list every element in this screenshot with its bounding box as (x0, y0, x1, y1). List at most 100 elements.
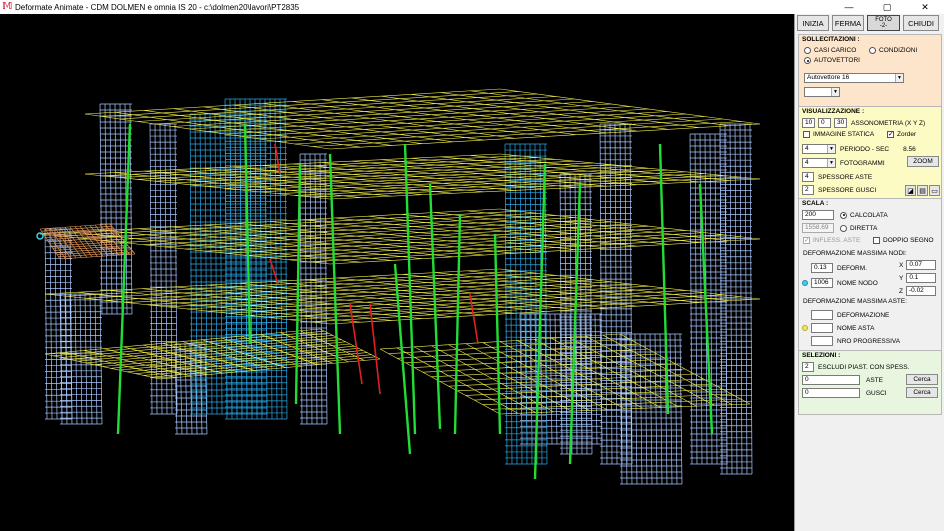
aste-input[interactable]: 0 (802, 375, 860, 385)
scala-title: SCALA : (802, 200, 829, 207)
maximize-button[interactable]: ▢ (868, 0, 906, 14)
fotogrammi-row: 4 ▼ FOTOGRAMMI (802, 158, 885, 168)
nodo-row: 1006 NOME NODO (802, 278, 878, 288)
autovettori-label: AUTOVETTORI (814, 57, 860, 64)
visualizzazione-section: VISUALIZZAZIONE : 10 0 30 ASSONOMETRIA (… (798, 106, 942, 210)
aste-deform-input (811, 310, 833, 320)
doppio-segno-row[interactable]: DOPPIO SEGNO (873, 237, 934, 244)
floor-slab-2 (39, 208, 761, 265)
casi-carico-radio[interactable] (804, 47, 811, 54)
floor-slab-3 (44, 268, 761, 325)
immagine-statica-label: IMMAGINE STATICA (813, 131, 875, 138)
column-6 (393, 263, 412, 455)
close-button[interactable]: CHIUDI (903, 15, 939, 31)
secondary-select[interactable]: ▼ (804, 87, 840, 97)
doppio-segno-label: DOPPIO SEGNO (883, 237, 934, 244)
beam-marker-icon (802, 325, 808, 331)
periodo-label: PERIODO - SEC (840, 145, 890, 153)
escludi-input[interactable]: 2 (802, 362, 814, 372)
diretta-radio[interactable] (840, 224, 847, 232)
diretta-label: DIRETTA (850, 224, 878, 232)
window-icon[interactable]: ▭ (929, 185, 940, 196)
asta-label: NOME ASTA (837, 324, 875, 332)
start-button[interactable]: INIZIA (797, 15, 829, 31)
floor-slab-0 (84, 88, 761, 150)
def-max-nodi-label: DEFORMAZIONE MASSIMA NODI: (803, 250, 907, 257)
infless-aste-label: INFLESS. ASTE (813, 237, 861, 244)
nrd-input (811, 336, 833, 346)
periodo-select[interactable]: 4 ▼ (802, 144, 836, 154)
casi-carico-label: CASI CARICO (814, 47, 857, 54)
fill-icon[interactable]: ◪ (905, 185, 916, 196)
aste-row: 0 ASTE (802, 375, 883, 385)
aste-deform-row: DEFORMAZIONE (811, 310, 889, 320)
selezioni-section: SELEZIONI : 2 ESCLUDI PIAST. CON SPESS. … (798, 350, 942, 415)
fotogrammi-select-value: 4 (805, 159, 809, 166)
gusci-input[interactable]: 0 (802, 388, 860, 398)
autovettore-select-value: Autovettore 16 (807, 74, 850, 81)
selezioni-title: SELEZIONI : (802, 352, 841, 359)
minimize-button[interactable]: — (830, 0, 868, 14)
spessore-gusci-label: SPESSORE GUSCI (818, 186, 877, 194)
zoom-button[interactable]: ZOOM (907, 156, 939, 167)
scala-value-input[interactable]: 200 (802, 210, 834, 220)
cerca-aste-button[interactable]: Cerca (906, 374, 938, 385)
fotogrammi-select[interactable]: 4 ▼ (802, 158, 836, 168)
diretta-value-input[interactable]: 1558.69 (802, 223, 834, 233)
scala-diretta-row: 1558.69 DIRETTA (802, 223, 877, 233)
y-angle-input[interactable]: 0 (818, 118, 831, 128)
deformed-model-viewport[interactable] (0, 14, 794, 531)
autovettori-radio[interactable] (804, 57, 811, 64)
condizioni-radio[interactable] (869, 47, 876, 54)
close-window-button[interactable]: ✕ (906, 0, 944, 14)
radio-autovettori[interactable]: AUTOVETTORI (804, 57, 860, 64)
nodo-input: 1006 (811, 278, 833, 288)
floor-slab-4 (44, 328, 381, 380)
dolmen-logo-icon: 𝕄 (2, 1, 13, 12)
spessore-gusci-input[interactable]: 2 (802, 185, 814, 195)
escludi-label: ESCLUDI PIAST. CON SPESS. (818, 363, 910, 371)
photo-button-sub: -2- (879, 23, 888, 29)
chevron-down-icon: ▼ (831, 88, 839, 96)
deform-label: DEFORM. (837, 264, 867, 272)
sollecitazioni-section: SOLLECITAZIONI : CASI CARICO CONDIZIONI … (798, 34, 942, 116)
autovettore-select[interactable]: Autovettore 16 ▼ (804, 73, 904, 83)
calcolata-label: CALCOLATA (850, 211, 888, 219)
periodo-row: 4 ▼ PERIODO - SEC 8.56 (802, 144, 916, 154)
zorder-label: Zorder (897, 131, 917, 138)
z-angle-input[interactable]: 30 (834, 118, 847, 128)
core-grid-1 (224, 98, 288, 420)
x-label: X (899, 261, 904, 269)
infless-aste-row[interactable]: ✓ INFLESS. ASTE (803, 237, 860, 244)
immagine-statica-row[interactable]: IMMAGINE STATICA (803, 131, 874, 138)
immagine-statica-checkbox[interactable] (803, 131, 810, 138)
zorder-checkbox[interactable]: ✓ (887, 131, 894, 138)
infless-aste-checkbox[interactable]: ✓ (803, 237, 810, 244)
gusci-label: GUSCI (866, 389, 887, 397)
window-controls: — ▢ ✕ (830, 0, 944, 14)
def-max-aste-label: DEFORMAZIONE MASSIMA ASTE: (803, 298, 908, 305)
print-icon[interactable]: ▤ (917, 185, 928, 196)
zorder-row[interactable]: ✓ Zorder (887, 131, 916, 138)
scala-section: SCALA : 200 CALCOLATA 1558.69 DIRETTA ✓ … (798, 198, 942, 354)
doppio-segno-checkbox[interactable] (873, 237, 880, 244)
window-title: Deformate Animate - CDM DOLMEN e omnia I… (15, 2, 300, 12)
stop-button[interactable]: FERMA (832, 15, 864, 31)
deform-input: 0.13 (811, 263, 833, 273)
z-label: Z (899, 287, 903, 295)
wall-grid-0 (44, 228, 73, 420)
x-angle-input[interactable]: 10 (802, 118, 815, 128)
calcolata-radio[interactable] (840, 211, 847, 219)
structure-wireframe (36, 88, 761, 485)
radio-condizioni[interactable]: CONDIZIONI (869, 47, 917, 54)
column-0 (116, 123, 132, 435)
x-value: 0.07 (906, 260, 937, 270)
spessore-aste-input[interactable]: 4 (802, 172, 814, 182)
column-7 (533, 163, 547, 480)
cerca-gusci-button[interactable]: Cerca (906, 387, 938, 398)
aste-deform-label: DEFORMAZIONE (837, 311, 890, 319)
photo-button[interactable]: FOTO -2- (867, 15, 900, 31)
radio-casi-carico[interactable]: CASI CARICO (804, 47, 856, 54)
floor-slab-1 (84, 153, 761, 200)
sollecitazioni-title: SOLLECITAZIONI : (802, 36, 860, 43)
